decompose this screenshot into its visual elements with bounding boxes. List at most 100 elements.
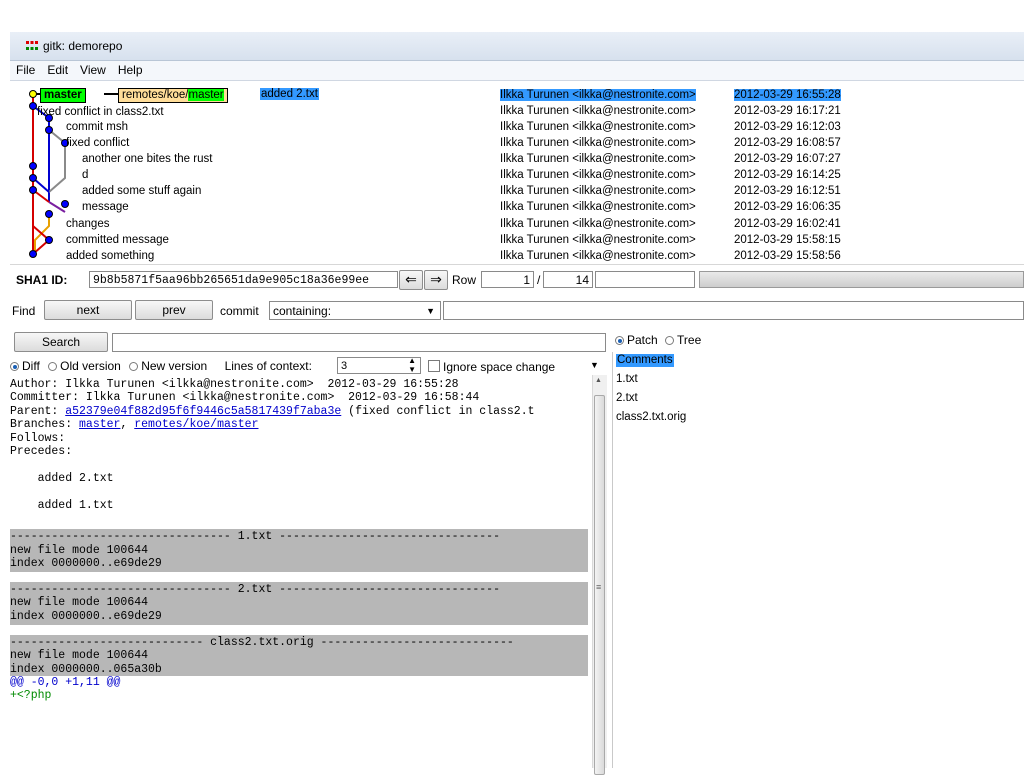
old-version-label: Old version	[60, 359, 121, 373]
commit-author[interactable]: Ilkka Turunen <ilkka@nestronite.com>	[500, 185, 696, 197]
commit-date[interactable]: 2012-03-29 16:12:51	[734, 185, 841, 197]
file-header-line: -------------------------------- 2.txt -…	[10, 583, 500, 597]
diff-pane: Author: Ilkka Turunen <ilkka@nestronite.…	[10, 375, 588, 768]
commit-author[interactable]: Ilkka Turunen <ilkka@nestronite.com>	[500, 218, 696, 230]
new-version-label: New version	[141, 359, 208, 373]
commit-author[interactable]: Ilkka Turunen <ilkka@nestronite.com>	[500, 250, 696, 262]
context-spinbox[interactable]: 3 ▲ ▼	[337, 356, 421, 374]
file-header-class2-orig: ---------------------------- class2.txt.…	[10, 634, 588, 677]
commit-message-line: added 1.txt	[10, 498, 114, 512]
find-type-label: commit	[220, 304, 259, 318]
commit-author[interactable]: Ilkka Turunen <ilkka@nestronite.com>	[500, 105, 696, 117]
diff-scrollbar[interactable]: ▲ ≡	[592, 375, 607, 775]
back-arrow-button[interactable]: ⇐	[399, 270, 423, 290]
ref-remote-branch[interactable]: remotes/koe/master	[118, 88, 228, 103]
find-mode-value: containing:	[273, 304, 332, 318]
commit-subject[interactable]: d	[82, 169, 88, 181]
find-next-button[interactable]: next	[44, 300, 132, 320]
commit-author[interactable]: Ilkka Turunen <ilkka@nestronite.com>	[500, 201, 696, 213]
commit-subject[interactable]: another one bites the rust	[82, 153, 212, 165]
commit-author[interactable]: Ilkka Turunen <ilkka@nestronite.com>	[500, 153, 696, 165]
commit-date[interactable]: 2012-03-29 16:14:25	[734, 169, 841, 181]
added-line: +<?php	[10, 689, 52, 703]
file-list-item[interactable]: class2.txt.orig	[616, 411, 686, 424]
commit-subject-selected[interactable]: added 2.txt	[260, 88, 319, 100]
file-header-1txt: -------------------------------- 1.txt -…	[10, 529, 588, 573]
branch-separator: ,	[120, 418, 135, 432]
new-version-radio[interactable]	[129, 362, 139, 371]
commit-date[interactable]: 2012-03-29 16:06:35	[734, 201, 841, 213]
diff-author-line: Author: Ilkka Turunen <ilkka@nestronite.…	[10, 378, 459, 391]
find-input[interactable]	[443, 301, 1024, 320]
file-header-line: ---------------------------- class2.txt.…	[10, 635, 514, 649]
patch-radio[interactable]	[615, 336, 624, 345]
commit-subject[interactable]: fixed conflict	[66, 137, 129, 149]
row-total: 14	[543, 271, 593, 288]
commit-date[interactable]: 2012-03-29 15:58:56	[734, 250, 841, 262]
grip-icon: ≡	[596, 582, 602, 592]
commit-subject[interactable]: added some stuff again	[82, 185, 201, 197]
diff-parent-line: Parent: a52379e04f882d95f6f9446c5a581743…	[10, 405, 588, 418]
branch-link-master[interactable]: master	[79, 418, 120, 431]
branch-link-remote[interactable]: remotes/koe/master	[134, 418, 258, 431]
commit-author[interactable]: Ilkka Turunen <ilkka@nestronite.com>	[500, 121, 696, 133]
ignore-space-option: Ignore space change	[428, 359, 555, 374]
file-index-line: index 0000000..e69de29	[10, 609, 162, 623]
find-mode-select[interactable]: containing: ▼	[269, 301, 441, 320]
chevron-down-icon: ▼	[426, 306, 435, 316]
file-mode-line: new file mode 100644	[10, 649, 149, 663]
diff-follows-line: Follows:	[10, 431, 66, 445]
file-list-item[interactable]: 2.txt	[616, 392, 638, 405]
diff-committer-line: Committer: Ilkka Turunen <ilkka@nestroni…	[10, 391, 480, 405]
file-list-item-selected[interactable]: Comments	[616, 354, 674, 367]
commit-author[interactable]: Ilkka Turunen <ilkka@nestronite.com>	[500, 234, 696, 246]
forward-arrow-button[interactable]: ⇒	[424, 270, 448, 290]
left-arrow-icon: ⇐	[405, 271, 417, 287]
diff-precedes-line: Precedes:	[10, 444, 73, 458]
file-mode-line: new file mode 100644	[10, 543, 149, 557]
commit-date[interactable]: 2012-03-29 16:12:03	[734, 121, 841, 133]
patch-label: Patch	[627, 333, 658, 347]
old-version-radio[interactable]	[48, 362, 58, 371]
tree-radio[interactable]	[665, 336, 675, 345]
parent-subject: (fixed conflict in class2.t	[341, 404, 535, 418]
ignore-space-checkbox[interactable]	[428, 360, 440, 372]
parent-sha-link[interactable]: a52379e04f882d95f6f9446c5a5817439f7aba3e	[65, 405, 341, 418]
commit-subject[interactable]: added something	[66, 250, 154, 262]
commit-subject[interactable]: committed message	[66, 234, 169, 246]
diff-branches-line: Branches: master, remotes/koe/master	[10, 418, 588, 431]
commit-date[interactable]: 2012-03-29 16:02:41	[734, 218, 841, 230]
status-field	[595, 271, 695, 288]
search-button[interactable]: Search	[14, 332, 108, 352]
commit-subject[interactable]: changes	[66, 218, 109, 230]
view-options-dropdown[interactable]: ▼	[583, 356, 606, 374]
commit-date[interactable]: 2012-03-29 16:08:57	[734, 137, 841, 149]
file-list: Comments 1.txt 2.txt class2.txt.orig	[612, 352, 1024, 768]
commit-subject[interactable]: fixed conflict in class2.txt	[37, 106, 164, 118]
commit-date[interactable]: 2012-03-29 15:58:15	[734, 234, 841, 246]
scroll-up-icon[interactable]: ▲	[595, 377, 602, 384]
row-separator: /	[537, 273, 541, 287]
commit-date-selected[interactable]: 2012-03-29 16:55:28	[734, 89, 841, 101]
file-list-item[interactable]: 1.txt	[616, 373, 638, 386]
commit-subject[interactable]: message	[82, 201, 129, 213]
file-header-2txt: -------------------------------- 2.txt -…	[10, 582, 588, 625]
find-prev-button[interactable]: prev	[135, 300, 213, 320]
commit-subject[interactable]: commit msh	[66, 121, 128, 133]
file-header-line: -------------------------------- 1.txt -…	[10, 530, 500, 544]
diff-radio[interactable]	[10, 362, 19, 371]
commit-author[interactable]: Ilkka Turunen <ilkka@nestronite.com>	[500, 137, 696, 149]
search-input[interactable]	[112, 333, 606, 352]
commit-date[interactable]: 2012-03-29 16:17:21	[734, 105, 841, 117]
commit-date[interactable]: 2012-03-29 16:07:27	[734, 153, 841, 165]
row-label: Row	[452, 273, 477, 287]
commit-author-selected[interactable]: Ilkka Turunen <ilkka@nestronite.com>	[500, 89, 696, 101]
sha1-field[interactable]: 9b8b5871f5aa96bb265651da9e905c18a36e99ee	[89, 271, 398, 288]
file-mode-line: new file mode 100644	[10, 596, 149, 610]
chevron-down-icon: ▼	[590, 360, 599, 370]
hunk-header-line: @@ -0,0 +1,11 @@	[10, 676, 121, 690]
commit-author[interactable]: Ilkka Turunen <ilkka@nestronite.com>	[500, 169, 696, 181]
ref-head-master[interactable]: master	[40, 88, 86, 103]
